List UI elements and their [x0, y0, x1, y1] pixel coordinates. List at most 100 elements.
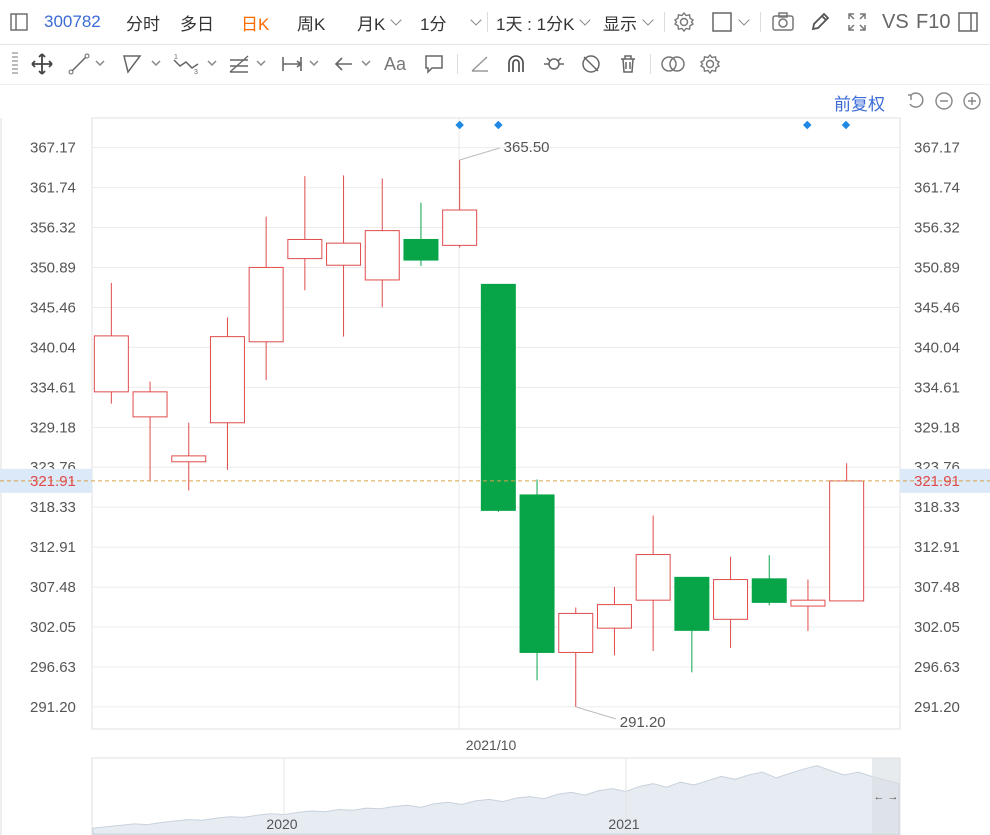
- navigator-area: [92, 765, 900, 835]
- move-icon[interactable]: [30, 52, 54, 76]
- candle-body: [442, 209, 478, 246]
- text-tool-icon[interactable]: Aa: [384, 52, 406, 76]
- candle: [132, 381, 168, 481]
- tab-monthly-k[interactable]: 月K: [357, 0, 403, 44]
- y-tick-label: 329.18: [30, 419, 76, 436]
- ruler-icon[interactable]: [469, 52, 491, 76]
- pencil-icon[interactable]: [809, 0, 831, 44]
- channel-tool-icon[interactable]: [120, 52, 164, 76]
- zoom-out-icon[interactable]: [934, 91, 954, 116]
- y-tick-label: 329.18: [914, 419, 960, 436]
- candle: [403, 202, 439, 266]
- navigator-panel[interactable]: [91, 757, 901, 835]
- y-tick-label: 323.76: [30, 459, 76, 476]
- event-marker-icon[interactable]: [494, 120, 503, 130]
- event-marker-icon[interactable]: [841, 120, 851, 130]
- lock-drawing-icon[interactable]: [542, 52, 566, 76]
- candle-body: [248, 266, 284, 343]
- reset-icon[interactable]: [906, 91, 926, 116]
- tab-intraday[interactable]: 分时: [126, 0, 160, 44]
- navigator-label-2020: 2020: [266, 816, 297, 832]
- event-marker-icon[interactable]: [803, 120, 812, 130]
- fullscreen-icon[interactable]: [846, 0, 868, 44]
- candle-body: [519, 494, 555, 653]
- camera-icon[interactable]: [771, 0, 795, 44]
- grid-lines: [92, 147, 900, 708]
- candlestick-chart[interactable]: 367.17 361.74 356.32 350.89 345.46 340.04 334.…: [0, 0, 990, 835]
- period-select-label: 1天 : 1分K: [496, 14, 575, 34]
- toolbar-settings-icon[interactable]: [699, 52, 721, 76]
- y-tick-label: 318.33: [914, 499, 960, 516]
- high-price-label: 365.50: [504, 139, 550, 156]
- y-tick-label: 361.74: [914, 180, 960, 197]
- navigator-arrows-icon[interactable]: ← →: [873, 791, 898, 803]
- trend-line-icon[interactable]: [68, 52, 108, 76]
- tab-daily-k[interactable]: 日K: [241, 0, 269, 44]
- tab-1min[interactable]: 1分: [420, 0, 483, 44]
- y-tick-label: 367.17: [30, 140, 76, 157]
- candle-body: [596, 604, 632, 629]
- overlap-icon[interactable]: [660, 52, 686, 76]
- panel-toggle-icon[interactable]: [958, 0, 978, 44]
- chevron-down-icon: [642, 13, 654, 26]
- display-menu[interactable]: 显示: [603, 0, 654, 44]
- annotation-icon[interactable]: [423, 52, 445, 76]
- chevron-down-icon: [738, 13, 750, 26]
- divider: [487, 12, 488, 32]
- magnet-icon[interactable]: [505, 52, 527, 76]
- tab-1min-label: 1分: [420, 14, 447, 34]
- sidebar-toggle-icon[interactable]: [10, 0, 28, 44]
- y-tick-label: 345.46: [30, 299, 76, 316]
- zoom-in-icon[interactable]: [962, 91, 982, 116]
- settings-gear-icon[interactable]: [673, 0, 695, 44]
- tab-weekly-k[interactable]: 周K: [297, 0, 325, 44]
- period-select[interactable]: 1天 : 1分K: [496, 0, 592, 44]
- fibonacci-tool-icon[interactable]: [227, 52, 271, 76]
- divider: [457, 54, 458, 74]
- f10-button[interactable]: F10: [916, 0, 950, 44]
- stock-code[interactable]: 300782: [44, 0, 101, 44]
- candle: [519, 479, 555, 681]
- y-tick-label: 312.91: [30, 539, 76, 556]
- divider: [664, 12, 665, 32]
- divider: [650, 54, 651, 74]
- measure-tool-icon[interactable]: [280, 52, 324, 76]
- trash-icon[interactable]: [617, 52, 639, 76]
- candles: [93, 159, 865, 707]
- y-tick-label: 296.63: [30, 659, 76, 676]
- chart-subbar: 前复权: [0, 84, 990, 118]
- wave-tool-icon[interactable]: 13: [172, 52, 220, 76]
- y-tick-label: 356.32: [914, 220, 960, 237]
- candle: [829, 463, 865, 602]
- y-tick-label: 291.20: [30, 699, 76, 716]
- candle-body: [364, 230, 400, 281]
- y-tick-label: 350.89: [914, 260, 960, 277]
- svg-text:1: 1: [174, 54, 178, 61]
- vs-compare-button[interactable]: VS: [882, 0, 909, 44]
- navigator-selection-handle[interactable]: [872, 758, 900, 835]
- event-marker-icon[interactable]: [455, 120, 464, 130]
- adjust-mode-button[interactable]: 前复权: [834, 90, 885, 115]
- candle: [93, 282, 129, 404]
- candle-body: [93, 335, 129, 393]
- y-tick-label: 318.33: [30, 499, 76, 516]
- y-tick-label: 345.46: [914, 299, 960, 316]
- last-price-tag-left: [0, 468, 92, 493]
- event-markers[interactable]: [455, 120, 851, 130]
- candle-body: [326, 242, 362, 266]
- chevron-down-icon: [470, 13, 483, 26]
- overlay-checkbox[interactable]: [711, 0, 750, 44]
- y-tick-label: 334.61: [30, 379, 76, 396]
- hide-drawings-icon[interactable]: [580, 52, 602, 76]
- candle-body: [480, 283, 516, 511]
- y-axis-left: 367.17 361.74 356.32 350.89 345.46 340.04 334.…: [30, 140, 76, 716]
- candle: [364, 178, 400, 308]
- candle-body: [209, 336, 245, 424]
- candle-body: [287, 238, 323, 260]
- plot-area: [91, 117, 901, 730]
- candle: [674, 576, 710, 673]
- arrow-tool-icon[interactable]: [332, 52, 376, 76]
- candle: [751, 555, 787, 606]
- toolbar-drag-handle[interactable]: [12, 52, 18, 76]
- tab-multi-day[interactable]: 多日: [180, 0, 214, 44]
